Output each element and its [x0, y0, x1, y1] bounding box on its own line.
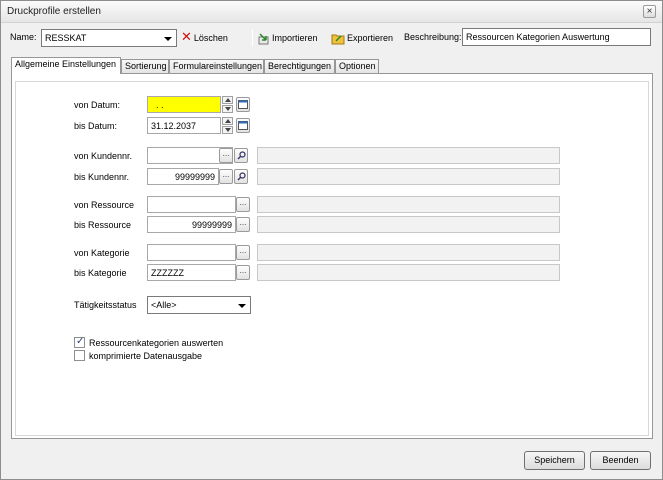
- activity-status-value: <Alle>: [151, 300, 177, 310]
- date-from-label: von Datum:: [74, 100, 121, 110]
- category-from-label: von Kategorie: [74, 248, 130, 258]
- settings-area: von Datum: . . bis Datum: 31.12.2037 von…: [15, 81, 649, 436]
- name-label: Name:: [10, 32, 37, 42]
- window-title: Druckprofile erstellen: [7, 6, 101, 17]
- spin-down-icon[interactable]: [222, 126, 233, 134]
- category-from-input[interactable]: [147, 244, 236, 261]
- category-to-label: bis Kategorie: [74, 268, 127, 278]
- customer-to-name-display: [257, 168, 560, 185]
- close-button[interactable]: Beenden: [590, 451, 651, 470]
- date-to-calendar-button[interactable]: [236, 118, 250, 133]
- tab-permissions[interactable]: Berechtigungen: [264, 59, 335, 73]
- resource-to-name-display: [257, 216, 560, 233]
- resource-from-browse-button[interactable]: ...: [236, 197, 250, 212]
- customer-to-search-button[interactable]: [234, 169, 248, 184]
- date-to-input[interactable]: 31.12.2037: [147, 117, 221, 134]
- date-from-input[interactable]: . .: [147, 96, 221, 113]
- category-to-input[interactable]: ZZZZZZ: [147, 264, 236, 281]
- resource-to-input[interactable]: 99999999: [147, 216, 236, 233]
- browse-icon: ...: [239, 246, 247, 255]
- activity-status-select[interactable]: <Alle>: [147, 296, 251, 314]
- tab-form-settings[interactable]: Formulareinstellungen: [169, 59, 264, 73]
- export-button[interactable]: Exportieren: [331, 30, 393, 46]
- category-to-value: ZZZZZZ: [151, 268, 184, 278]
- date-to-spinner[interactable]: [222, 117, 233, 134]
- description-input[interactable]: Ressourcen Kategorien Auswertung: [462, 28, 651, 46]
- spin-down-icon[interactable]: [222, 105, 233, 113]
- export-folder-icon: [331, 34, 345, 44]
- tab-sorting[interactable]: Sortierung: [121, 59, 169, 73]
- delete-x-icon: ✕: [181, 30, 192, 45]
- toolbar: Name: RESSKAT ✕ Löschen Importieren Expo…: [1, 24, 662, 52]
- spin-up-icon[interactable]: [222, 117, 233, 125]
- description-value: Ressourcen Kategorien Auswertung: [466, 32, 610, 42]
- dialog-window: Druckprofile erstellen × Name: RESSKAT ✕…: [0, 0, 663, 480]
- resource-from-name-display: [257, 196, 560, 213]
- category-to-browse-button[interactable]: ...: [236, 265, 250, 280]
- resource-to-label: bis Ressource: [74, 220, 132, 230]
- calendar-icon: [238, 121, 248, 130]
- date-from-value: . .: [156, 100, 164, 110]
- browse-icon: ...: [222, 149, 230, 158]
- tab-options[interactable]: Optionen: [335, 59, 379, 73]
- date-to-label: bis Datum:: [74, 121, 118, 131]
- category-from-browse-button[interactable]: ...: [236, 245, 250, 260]
- category-from-name-display: [257, 244, 560, 261]
- browse-icon: ...: [239, 218, 247, 227]
- description-label: Beschreibung:: [404, 32, 462, 42]
- chevron-down-icon: [164, 37, 172, 41]
- compressed-output-checkbox[interactable]: [74, 350, 85, 361]
- customer-to-input[interactable]: 99999999: [147, 168, 219, 185]
- delete-button-label: Löschen: [193, 33, 228, 43]
- customer-from-label: von Kundennr.: [74, 151, 133, 161]
- resource-to-browse-button[interactable]: ...: [236, 217, 250, 232]
- browse-icon: ...: [239, 266, 247, 275]
- resource-to-value: 99999999: [191, 220, 232, 230]
- calendar-icon: [238, 100, 248, 109]
- resource-from-label: von Ressource: [74, 200, 135, 210]
- profile-name-select[interactable]: RESSKAT: [41, 29, 177, 47]
- import-button[interactable]: Importieren: [257, 30, 318, 46]
- category-to-name-display: [257, 264, 560, 281]
- toolbar-separator: [252, 29, 253, 46]
- export-button-label: Exportieren: [347, 33, 394, 43]
- resource-from-input[interactable]: [147, 196, 236, 213]
- activity-status-label: Tätigkeitsstatus: [74, 300, 137, 310]
- chevron-down-icon: [238, 304, 246, 308]
- customer-to-label: bis Kundennr.: [74, 172, 130, 182]
- browse-icon: ...: [222, 170, 230, 179]
- search-icon: [237, 172, 246, 181]
- save-button[interactable]: Speichern: [524, 451, 585, 470]
- date-to-value: 31.12.2037: [151, 121, 197, 131]
- customer-from-browse-button[interactable]: ...: [219, 148, 233, 163]
- customer-to-value: 99999999: [174, 172, 215, 182]
- profile-name-value: RESSKAT: [45, 33, 87, 43]
- customer-to-browse-button[interactable]: ...: [219, 169, 233, 184]
- evaluate-categories-label[interactable]: Ressourcenkategorien auswerten: [89, 338, 223, 348]
- tab-panel: von Datum: . . bis Datum: 31.12.2037 von…: [11, 73, 653, 439]
- spin-up-icon[interactable]: [222, 96, 233, 104]
- divider: [26, 286, 634, 287]
- evaluate-categories-checkbox[interactable]: [74, 336, 85, 348]
- customer-from-search-button[interactable]: [234, 148, 248, 163]
- date-from-calendar-button[interactable]: [236, 97, 250, 112]
- close-icon: ×: [646, 6, 653, 17]
- divider: [61, 188, 561, 189]
- delete-button[interactable]: ✕ Löschen: [181, 30, 228, 46]
- compressed-output-label[interactable]: komprimierte Datenausgabe: [89, 351, 202, 361]
- date-from-spinner[interactable]: [222, 96, 233, 113]
- divider: [61, 139, 561, 140]
- search-icon: [237, 151, 246, 160]
- browse-icon: ...: [239, 198, 247, 207]
- import-icon: [258, 32, 269, 44]
- title-bar: Druckprofile erstellen ×: [1, 1, 662, 23]
- import-button-label: Importieren: [272, 33, 318, 43]
- customer-from-name-display: [257, 147, 560, 164]
- tab-general-settings[interactable]: Allgemeine Einstellungen: [11, 57, 121, 74]
- close-window-button[interactable]: ×: [643, 5, 656, 18]
